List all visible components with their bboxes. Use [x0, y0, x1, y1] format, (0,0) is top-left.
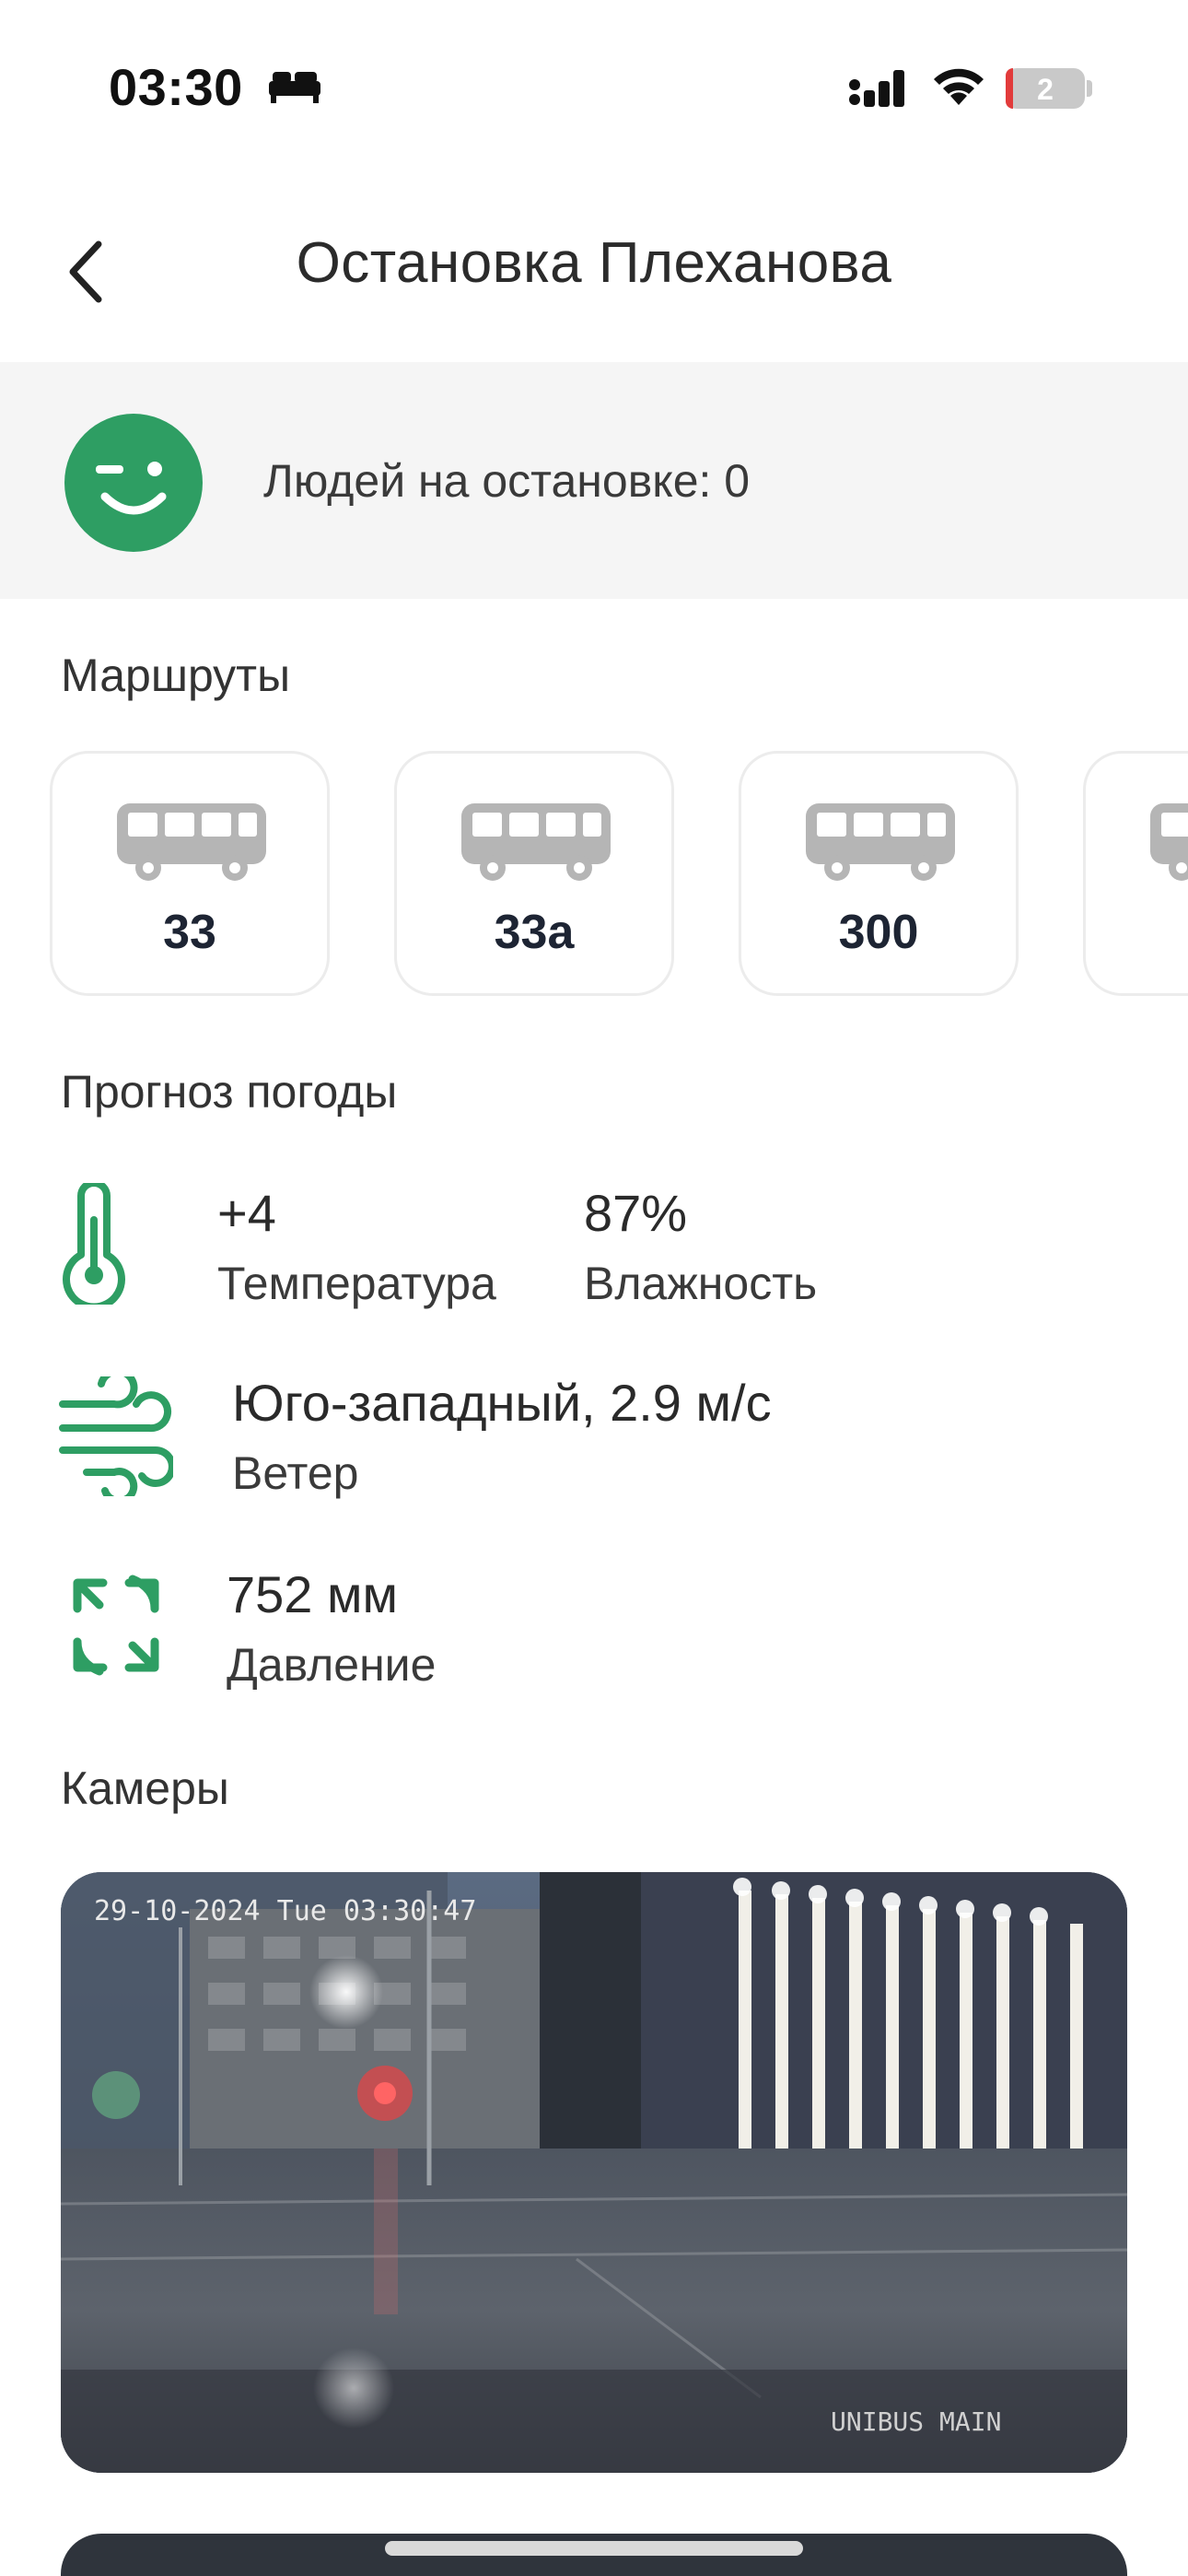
battery-level: 2: [1037, 73, 1054, 106]
route-card-33[interactable]: 33: [50, 751, 330, 996]
wind-icon: [59, 1376, 173, 1496]
bus-icon: [117, 803, 266, 881]
wind-label: Ветер: [232, 1447, 359, 1499]
temperature-value: +4: [217, 1184, 276, 1242]
page-title: Остановка Плеханова: [296, 231, 892, 295]
weather-section-title: Прогноз погоды: [61, 1066, 398, 1118]
route-number: 33а: [494, 906, 575, 959]
route-card-300[interactable]: 300: [739, 751, 1019, 996]
battery-icon: 2: [1006, 68, 1085, 109]
route-number: 33: [163, 906, 216, 959]
route-card-33a[interactable]: 33а: [394, 751, 674, 996]
routes-list[interactable]: 33 33а 300 3: [50, 751, 1188, 1000]
status-time: 03:30: [109, 58, 243, 116]
bus-icon: [806, 803, 955, 881]
home-indicator[interactable]: [385, 2541, 803, 2556]
bus-icon: [1150, 803, 1188, 881]
people-count-banner: Людей на остановке: 0: [0, 362, 1188, 599]
camera-feed[interactable]: 29-10-2024 Tue 03:30:47 UNIBUS MAIN: [61, 1872, 1127, 2473]
smile-wink-icon: [64, 414, 203, 552]
bed-icon: [269, 72, 320, 103]
pressure-arrows-icon: [73, 1575, 159, 1676]
cameras-section-title: Камеры: [61, 1762, 229, 1814]
temperature-label: Температура: [217, 1258, 496, 1309]
camera-snapshot: 29-10-2024 Tue 03:30:47 UNIBUS MAIN: [61, 1872, 1127, 2473]
people-count-text: Людей на остановке: 0: [263, 455, 751, 507]
humidity-value: 87%: [584, 1184, 688, 1242]
humidity-label: Влажность: [584, 1258, 818, 1309]
cellular-signal-icon: [849, 70, 904, 107]
camera-timestamp: 29-10-2024 Tue 03:30:47: [94, 1895, 476, 1927]
pressure-value: 752 мм: [227, 1565, 398, 1623]
route-card-partial[interactable]: 3: [1083, 751, 1188, 996]
wind-value: Юго-западный, 2.9 м/с: [232, 1374, 772, 1432]
route-number: 3: [1086, 905, 1188, 960]
bus-icon: [461, 803, 611, 881]
wifi-icon: [934, 68, 984, 105]
battery-cap: [1087, 80, 1092, 97]
routes-section-title: Маршруты: [61, 650, 291, 701]
status-bar: 03:30 2: [0, 0, 1188, 175]
pressure-label: Давление: [227, 1639, 437, 1691]
app-header: Остановка Плеханова: [0, 184, 1188, 359]
route-number: 300: [838, 906, 919, 959]
camera-watermark: UNIBUS MAIN: [831, 2406, 1001, 2437]
thermometer-icon: [63, 1183, 125, 1305]
